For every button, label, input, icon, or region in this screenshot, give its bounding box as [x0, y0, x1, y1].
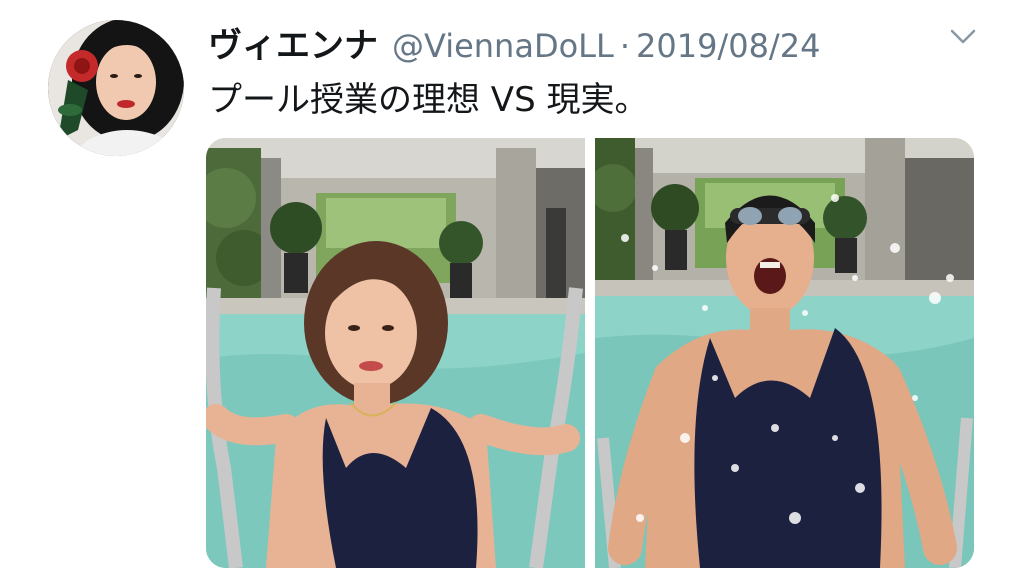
user-handle[interactable]: @ViennaDoLL [392, 27, 614, 65]
reality-photo[interactable] [595, 138, 974, 568]
ideal-photo[interactable] [206, 138, 585, 568]
tweet-header: ヴィエンナ @ViennaDoLL · 2019/08/24 [208, 18, 820, 66]
avatar[interactable] [48, 20, 184, 156]
tweet-text: プール授業の理想 VS 現実。 [208, 80, 649, 120]
display-name[interactable]: ヴィエンナ [208, 18, 378, 67]
separator: · [619, 27, 630, 65]
avatar-image [48, 20, 184, 156]
tweet[interactable]: ヴィエンナ @ViennaDoLL · 2019/08/24 プール授業の理想 … [0, 0, 1024, 572]
tweet-date[interactable]: 2019/08/24 [636, 27, 820, 65]
media-grid [206, 138, 974, 568]
chevron-down-icon[interactable] [948, 24, 978, 48]
